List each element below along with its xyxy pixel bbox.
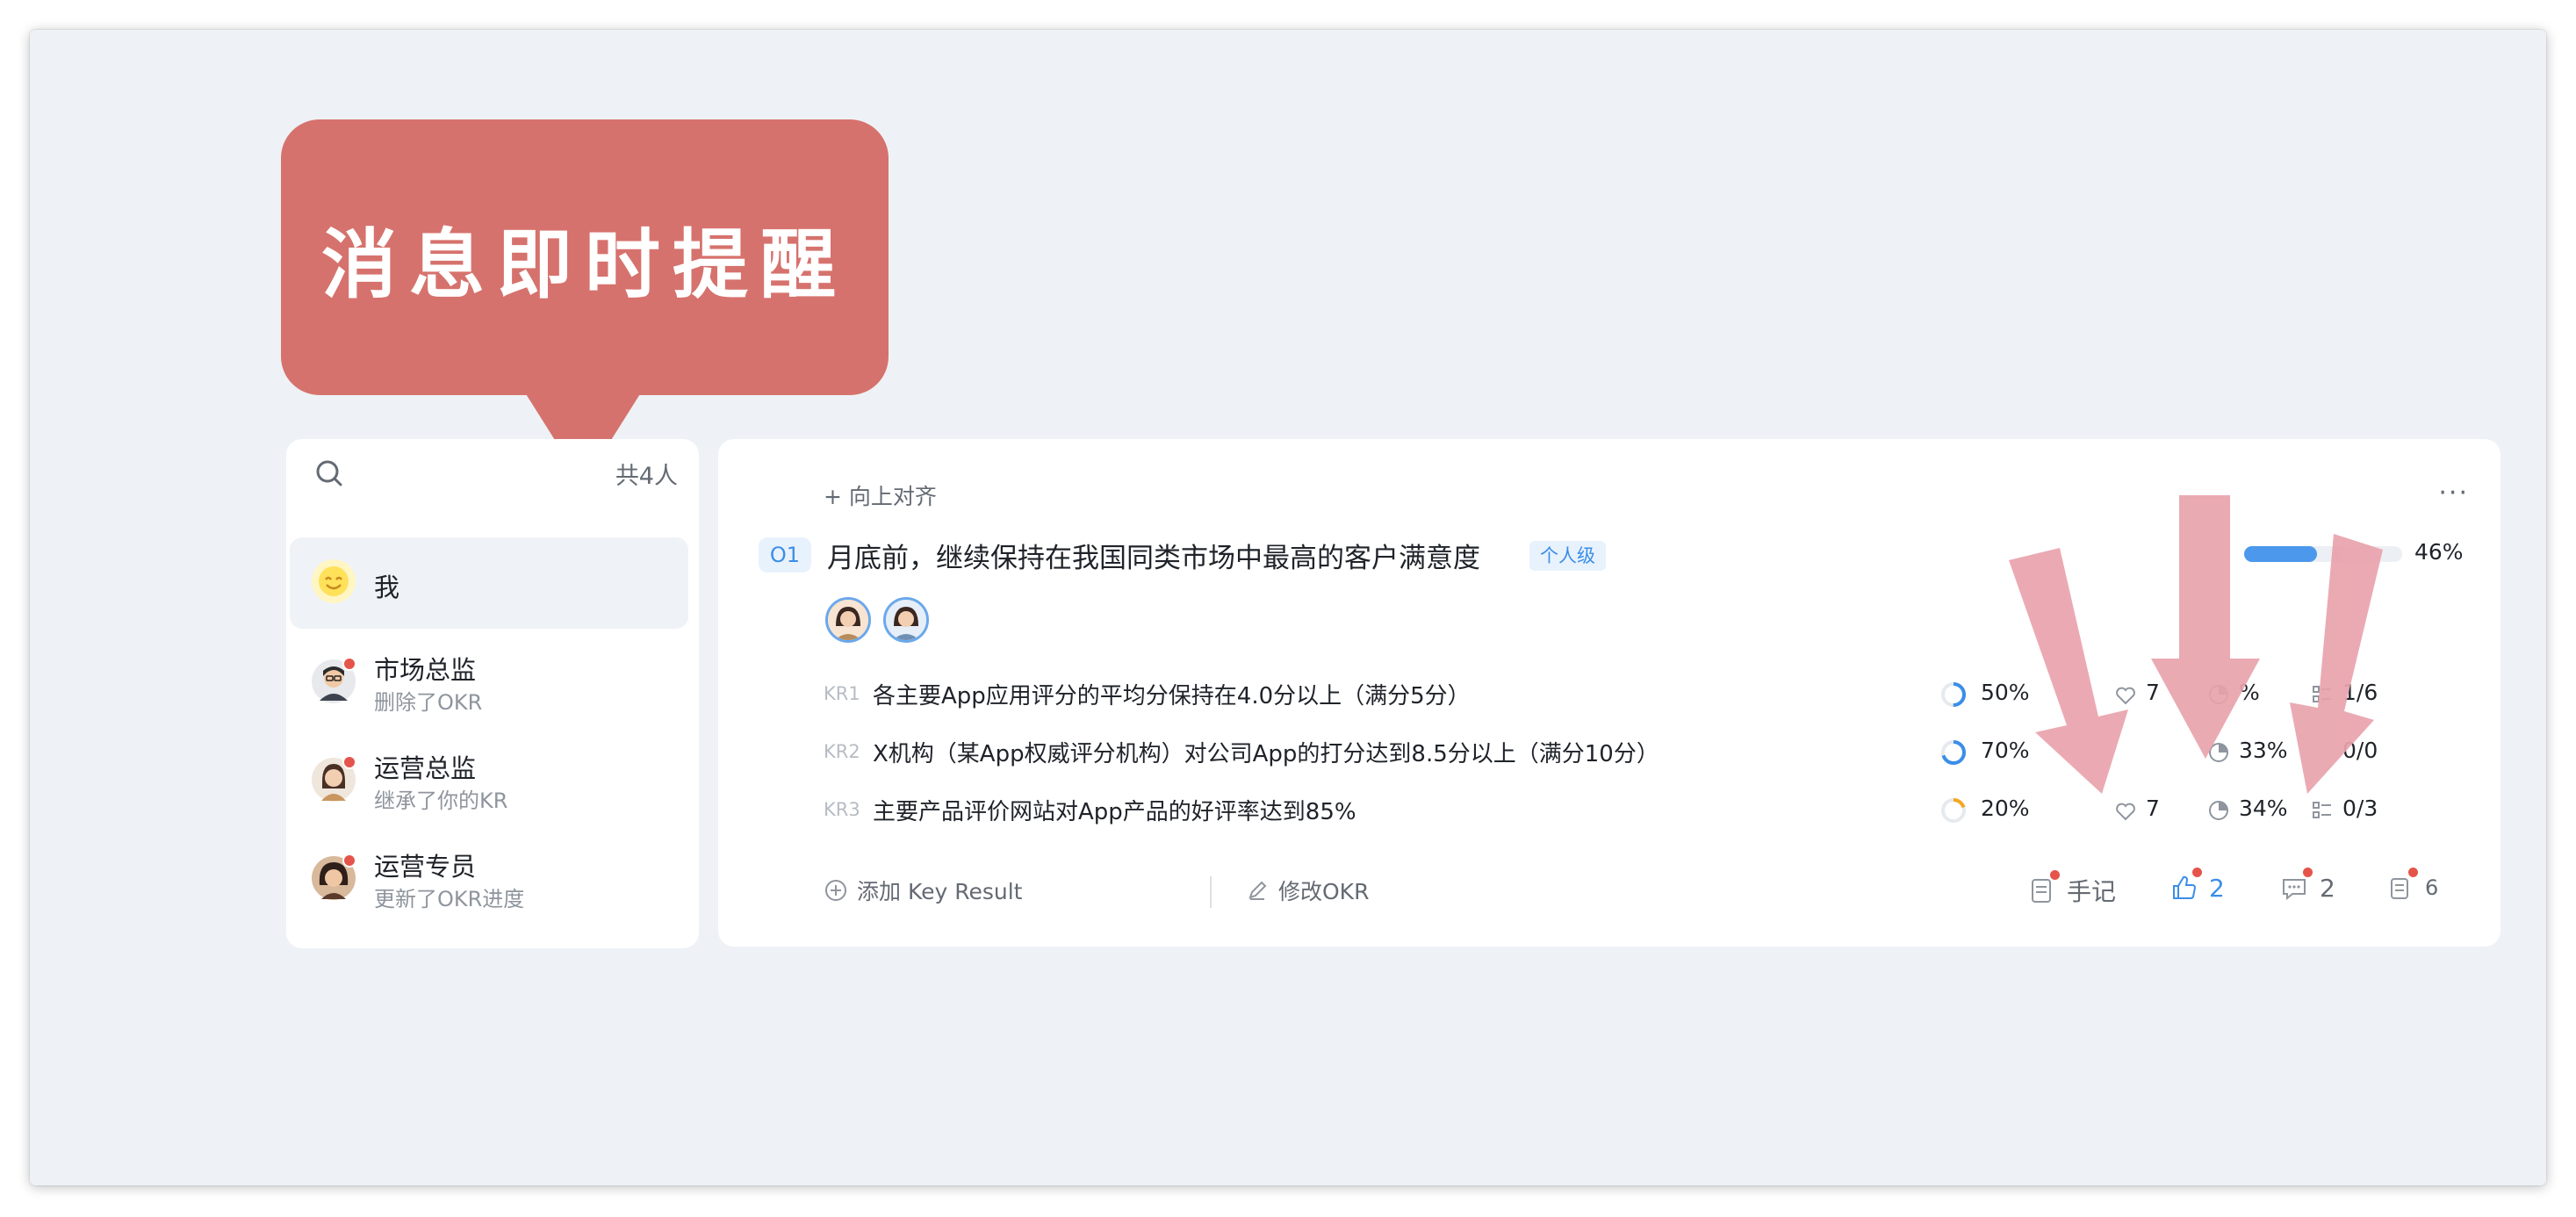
kr-confidence: 34% <box>2239 796 2288 821</box>
kr-tag: KR3 <box>824 799 860 820</box>
smiley-avatar-icon <box>311 558 356 604</box>
thumbs-up-icon <box>2173 875 2197 899</box>
objective-progress-label: 46% <box>2414 539 2464 565</box>
kr-tasks: 0/0 <box>2342 738 2378 763</box>
member-item-me[interactable]: 我 <box>290 537 688 629</box>
align-up-link[interactable]: + 向上对齐 <box>824 479 937 511</box>
member-count: 共4人 <box>615 463 678 490</box>
owner-avatar[interactable] <box>883 597 929 643</box>
like-count: 2 <box>2209 873 2225 903</box>
kr-tag: KR1 <box>824 683 860 704</box>
kr-text: 主要产品评价网站对App产品的好评率达到85% <box>873 799 1356 825</box>
kr-likes: 7 <box>2146 680 2160 705</box>
owner-avatar[interactable] <box>825 597 871 643</box>
divider <box>1210 876 1212 908</box>
member-name: 我 <box>374 572 400 602</box>
like-button[interactable]: 2 <box>2169 868 2225 903</box>
woman-avatar-icon <box>311 755 356 803</box>
kr-tasks: 0/3 <box>2342 796 2378 821</box>
kr-text: X机构（某App权威评分机构）对公司App的打分达到8.5分以上（满分10分） <box>873 741 1659 767</box>
man-avatar-icon <box>311 657 356 704</box>
plus-circle-icon <box>825 880 846 901</box>
kr-tag: KR2 <box>824 741 860 762</box>
woman-avatar-icon <box>311 853 356 901</box>
member-panel: 共4人 我 市场总监 删除了OKR 运营总监 继承了你的KR 运营专员 更新了O… <box>286 439 699 948</box>
kr-tasks: 1/6 <box>2342 680 2378 705</box>
level-tag: 个人级 <box>1529 541 1606 571</box>
kr-progress-ring-icon <box>1941 740 1966 765</box>
member-item-ops-director[interactable]: 运营总监 继承了你的KR <box>290 736 688 827</box>
kr-confidence: 33% <box>2239 738 2288 763</box>
notification-dot <box>342 853 356 868</box>
confidence-icon <box>2209 801 2228 820</box>
member-name: 市场总监 <box>374 655 477 685</box>
member-name: 运营总监 <box>374 753 477 783</box>
heart-icon <box>2116 687 2135 705</box>
notes-label: 手记 <box>2067 877 2117 906</box>
owner-avatars <box>825 597 929 643</box>
member-activity: 更新了OKR进度 <box>374 887 525 911</box>
records-icon <box>2391 878 2408 899</box>
kr-progress-label: 20% <box>1981 796 2030 821</box>
records-button[interactable]: 6 <box>2385 868 2439 903</box>
kr-progress-ring-icon <box>1941 682 1966 707</box>
task-list-icon <box>2313 686 2331 702</box>
more-icon[interactable]: ··· <box>2438 478 2469 508</box>
comment-icon <box>2283 879 2306 901</box>
notification-dot <box>2408 868 2418 877</box>
notes-icon <box>2032 879 2051 903</box>
notification-dot <box>342 755 356 769</box>
objective-progress-fill <box>2244 546 2317 562</box>
edit-okr-label: 修改OKR <box>1278 879 1370 904</box>
notification-dot <box>342 657 356 671</box>
okr-card: + 向上对齐 ··· O1 月底前，继续保持在我国同类市场中最高的客户满意度 个… <box>718 439 2500 947</box>
kr-row[interactable]: KR2 X机构（某App权威评分机构）对公司App的打分达到8.5分以上（满分1… <box>824 736 2430 771</box>
task-list-icon <box>2313 802 2331 818</box>
notes-button[interactable]: 手记 <box>2026 870 2117 908</box>
search-icon[interactable] <box>311 455 348 492</box>
notification-dot <box>2192 868 2202 877</box>
records-count: 6 <box>2425 875 2439 900</box>
heart-icon <box>2116 803 2135 821</box>
member-activity: 继承了你的KR <box>374 789 508 813</box>
kr-text: 各主要App应用评分的平均分保持在4.0分以上（满分5分） <box>873 683 1471 709</box>
kr-likes: 7 <box>2146 796 2160 821</box>
kr-progress-label: 70% <box>1981 738 2030 763</box>
add-key-result-label: 添加 Key Result <box>857 879 1023 904</box>
kr-row[interactable]: KR1 各主要App应用评分的平均分保持在4.0分以上（满分5分） 50% 7 … <box>824 678 2430 713</box>
comment-button[interactable]: 2 <box>2279 868 2335 903</box>
app-window: 消息即时提醒 共4人 我 市场总监 删除了OKR 运营总监 继承了你的KR 运营… <box>30 30 2546 1185</box>
edit-okr-button[interactable]: 修改OKR <box>1245 875 1369 906</box>
callout-text: 消息即时提醒 <box>321 220 848 309</box>
kr-progress-label: 50% <box>1981 680 2030 705</box>
notification-dot <box>2050 870 2060 880</box>
member-name: 运营专员 <box>374 852 477 882</box>
objective-progress-bar <box>2244 546 2402 562</box>
member-item-market-director[interactable]: 市场总监 删除了OKR <box>290 637 688 729</box>
member-activity: 删除了OKR <box>374 690 483 715</box>
confidence-icon <box>2209 743 2228 762</box>
add-key-result-button[interactable]: 添加 Key Result <box>824 875 1022 906</box>
kr-row[interactable]: KR3 主要产品评价网站对App产品的好评率达到85% 20% 7 34% 0/… <box>824 794 2430 829</box>
pencil-icon <box>1248 881 1267 900</box>
kr-confidence: % <box>2239 680 2260 705</box>
comment-count: 2 <box>2320 873 2335 903</box>
objective-badge: O1 <box>759 537 811 572</box>
promo-callout: 消息即时提醒 <box>281 119 889 395</box>
confidence-icon <box>2209 685 2228 704</box>
notification-dot <box>2303 868 2313 877</box>
kr-progress-ring-icon <box>1941 798 1966 823</box>
objective-title[interactable]: 月底前，继续保持在我国同类市场中最高的客户满意度 <box>827 536 1480 575</box>
member-item-ops-specialist[interactable]: 运营专员 更新了OKR进度 <box>290 834 688 925</box>
